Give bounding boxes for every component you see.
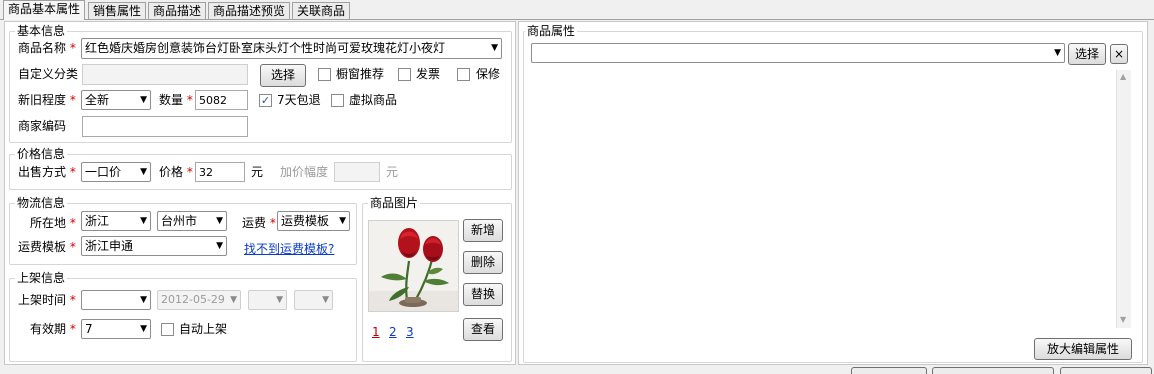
price-info-title: 价格信息 (15, 147, 68, 161)
scroll-down-icon[interactable]: ▼ (1120, 316, 1126, 324)
listing-mode-select[interactable]: ▼ (81, 290, 151, 310)
virtual-product-checkbox[interactable] (331, 94, 344, 107)
chevron-down-icon: ▼ (140, 216, 147, 226)
window-recommend-checkbox[interactable] (318, 68, 331, 81)
image-page-3-link[interactable]: 3 (406, 324, 414, 340)
tab-bar: 商品基本属性 销售属性 商品描述 商品描述预览 关联商品 (0, 0, 1154, 20)
tab-description-preview[interactable]: 商品描述预览 (208, 2, 291, 19)
markup-label: 加价幅度 (280, 165, 329, 179)
chevron-down-icon: ▼ (322, 295, 329, 305)
tab-description[interactable]: 商品描述 (148, 2, 207, 19)
freight-template-select[interactable]: 浙江申通 ▼ (81, 236, 227, 256)
product-images-title: 商品图片 (368, 196, 421, 210)
warranty-label: 保修 (476, 67, 501, 81)
province-value: 浙江 (85, 214, 110, 228)
product-attributes-title: 商品属性 (525, 24, 578, 38)
chevron-down-icon: ▼ (140, 95, 147, 105)
category-select-button[interactable]: 选择 (260, 64, 306, 87)
invoice-checkbox[interactable] (398, 68, 411, 81)
markup-unit: 元 (386, 165, 399, 179)
listing-date-value: 2012-05-29 (161, 293, 225, 306)
freight-template-value: 浙江申通 (85, 239, 134, 253)
province-select[interactable]: 浙江 ▼ (81, 211, 151, 231)
image-page-1-link[interactable]: 1 (372, 324, 380, 340)
listing-hour-select[interactable]: ▼ (248, 290, 287, 310)
invoice-label: 发票 (416, 67, 441, 81)
chevron-down-icon: ▼ (216, 241, 223, 251)
tab-sales-attributes[interactable]: 销售属性 (88, 2, 147, 19)
custom-category-label: 自定义分类 (18, 67, 79, 81)
product-name-select[interactable]: 红色婚庆婚房创意装饰台灯卧室床头灯个性时尚可爱玫瑰花灯小夜灯 ▼ (81, 38, 502, 59)
freight-value: 运费模板 (281, 214, 330, 228)
chevron-down-icon: ▼ (140, 295, 147, 305)
chevron-down-icon: ▼ (230, 295, 237, 305)
price-unit: 元 (251, 165, 264, 179)
chevron-down-icon: ▼ (216, 216, 223, 226)
logistics-title: 物流信息 (15, 196, 68, 210)
condition-label: 新旧程度 * (18, 93, 76, 107)
product-name-value: 红色婚庆婚房创意装饰台灯卧室床头灯个性时尚可爱玫瑰花灯小夜灯 (85, 41, 446, 55)
expand-edit-attributes-button[interactable]: 放大编辑属性 (1034, 338, 1132, 360)
scroll-up-icon[interactable]: ▲ (1120, 73, 1126, 81)
missing-template-link[interactable]: 找不到运费模板? (244, 241, 334, 257)
listing-title: 上架信息 (15, 271, 68, 285)
markup-field[interactable] (334, 162, 380, 182)
rose-lamp-image (369, 221, 458, 311)
sale-method-label: 出售方式 * (18, 165, 76, 179)
chevron-down-icon: ▼ (140, 324, 147, 334)
product-attributes-group (523, 31, 1143, 363)
quantity-field[interactable]: 5082 (195, 90, 248, 110)
attribute-select-button[interactable]: 选择 (1068, 43, 1106, 65)
tab-basic-attributes[interactable]: 商品基本属性 (3, 0, 86, 20)
freight-label: 运费 * (242, 216, 276, 230)
close-icon[interactable]: × (1110, 44, 1128, 64)
attribute-category-select[interactable]: ▼ (531, 43, 1065, 63)
delete-image-button[interactable]: 删除 (463, 251, 503, 274)
virtual-product-label: 虚拟商品 (349, 93, 398, 107)
image-page-2-link[interactable]: 2 (389, 324, 397, 340)
chevron-down-icon: ▼ (1054, 48, 1061, 58)
freight-template-label: 运费模板 * (18, 240, 76, 254)
city-select[interactable]: 台州市 ▼ (157, 211, 227, 231)
chevron-down-icon: ▼ (339, 216, 346, 226)
attributes-scrollbar[interactable]: ▲ ▼ (1116, 70, 1131, 328)
validity-label: 有效期 * (30, 322, 76, 336)
chevron-down-icon: ▼ (491, 43, 498, 53)
city-value: 台州市 (161, 214, 198, 228)
auto-list-label: 自动上架 (179, 322, 228, 336)
quantity-label: 数量 * (159, 93, 193, 107)
auto-list-checkbox[interactable] (161, 323, 174, 336)
price-label: 价格 * (159, 165, 193, 179)
listing-date-select[interactable]: 2012-05-29 ▼ (157, 290, 241, 310)
return7-label: 7天包退 (277, 93, 321, 107)
basic-info-title: 基本信息 (15, 24, 68, 38)
return7-checkbox[interactable]: ✓ (259, 94, 272, 107)
validity-select[interactable]: 7 ▼ (81, 319, 151, 339)
chevron-down-icon: ▼ (140, 167, 147, 177)
sale-method-value: 一口价 (85, 165, 122, 179)
tab-related-products[interactable]: 关联商品 (292, 2, 351, 19)
sale-method-select[interactable]: 一口价 ▼ (81, 162, 151, 182)
product-name-label: 商品名称 * (18, 41, 76, 55)
window-recommend-label: 橱窗推荐 (336, 67, 385, 81)
custom-category-field[interactable] (82, 64, 248, 85)
validity-value: 7 (85, 322, 93, 336)
freight-select[interactable]: 运费模板 ▼ (277, 211, 350, 231)
merchant-code-label: 商家编码 (18, 119, 67, 133)
product-thumbnail[interactable] (368, 220, 459, 312)
listing-minute-select[interactable]: ▼ (294, 290, 333, 310)
warranty-checkbox[interactable] (457, 68, 470, 81)
location-label: 所在地 * (30, 216, 76, 230)
chevron-down-icon: ▼ (276, 295, 283, 305)
price-field[interactable]: 32 (195, 162, 245, 182)
add-image-button[interactable]: 新增 (463, 219, 503, 242)
replace-image-button[interactable]: 替换 (463, 283, 503, 306)
listing-time-label: 上架时间 * (18, 293, 76, 307)
condition-select[interactable]: 全新 ▼ (81, 90, 151, 110)
view-image-button[interactable]: 查看 (463, 318, 503, 341)
condition-value: 全新 (85, 93, 110, 107)
merchant-code-field[interactable] (82, 116, 248, 137)
